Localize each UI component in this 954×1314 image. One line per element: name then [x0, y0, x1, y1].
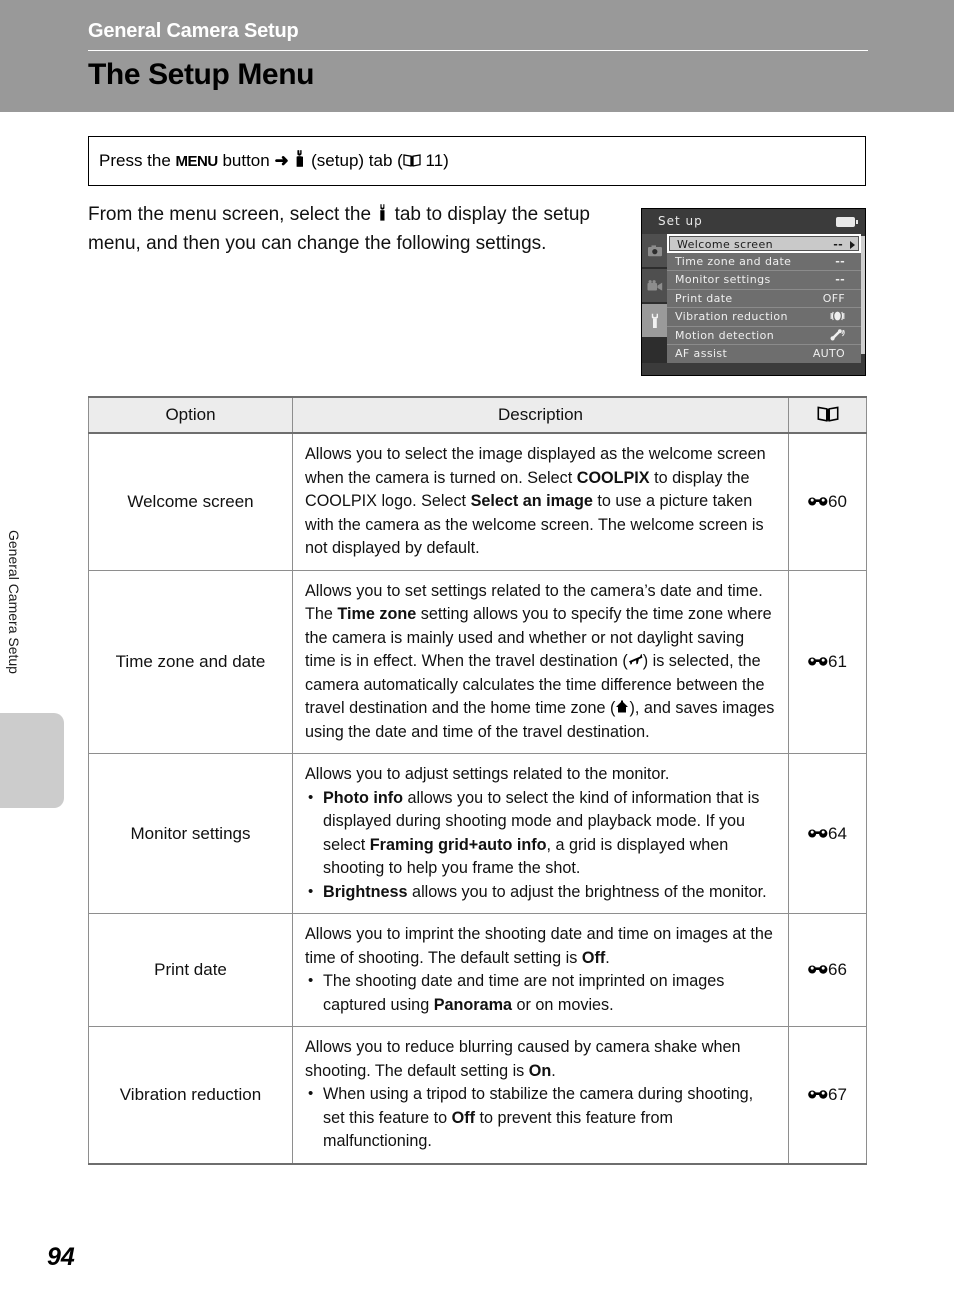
menu-button-label: MENU [175, 153, 219, 170]
reference-section-icon [808, 965, 828, 974]
camera-menu-label: Vibration reduction [675, 310, 788, 323]
page-title: The Setup Menu [88, 58, 315, 91]
table-row: Monitor settings Allows you to adjust se… [88, 753, 867, 914]
option-name: Vibration reduction [88, 1026, 293, 1165]
reference-page: 66 [828, 960, 847, 979]
book-icon [816, 405, 839, 422]
movie-camera-icon [647, 279, 662, 291]
camera-screen-titlebar: Set up [642, 209, 865, 234]
reference-page: 67 [828, 1084, 847, 1104]
right-arrow-icon: ➜ [274, 151, 289, 170]
vibration-reduction-icon [830, 311, 845, 321]
book-icon [403, 154, 421, 167]
camera-menu-list: Welcome screen -- Time zone and date -- … [667, 234, 861, 364]
option-name: Time zone and date [88, 569, 293, 754]
sidebar-tab-marker [0, 713, 64, 808]
camera-menu-value: AUTO [812, 347, 845, 360]
camera-tab-shooting[interactable] [642, 234, 667, 267]
reference-section-icon [808, 1090, 828, 1099]
camera-menu-value: -- [835, 273, 845, 286]
option-name: Monitor settings [88, 753, 293, 914]
column-header-option: Option [88, 396, 293, 434]
page-number: 94 [47, 1243, 75, 1271]
camera-setup-screen: Set up Welcome screen -- Time zone and d… [641, 208, 866, 376]
option-reference: 64 [788, 753, 867, 914]
option-description: Allows you to imprint the shooting date … [292, 913, 789, 1027]
option-name: Welcome screen [88, 432, 293, 571]
instruction-text: Press the MENU button ➜ (setup) tab ( 11… [99, 150, 449, 171]
table-row: Welcome screen Allows you to select the … [88, 432, 867, 571]
option-description: Allows you to reduce blurring caused by … [292, 1026, 789, 1165]
instruction-mid: button [217, 151, 275, 170]
reference-page: 61 [828, 651, 847, 671]
camera-menu-scrollbar[interactable] [861, 236, 865, 354]
battery-icon [836, 217, 858, 227]
page-header-band: General Camera Setup The Setup Menu [0, 0, 954, 112]
camera-screen-title: Set up [658, 214, 703, 228]
camera-menu-item[interactable]: Time zone and date -- [667, 252, 861, 271]
table-header-row: Option Description [88, 396, 867, 434]
camera-menu-label: Monitor settings [675, 273, 771, 286]
camera-menu-label: Motion detection [675, 328, 775, 342]
option-reference: 61 [788, 569, 867, 754]
table-row: Print date Allows you to imprint the sho… [88, 913, 867, 1027]
camera-menu-item[interactable]: Welcome screen -- [667, 234, 861, 253]
camera-menu-label: Welcome screen [677, 238, 773, 251]
camera-menu-item[interactable]: Vibration reduction [667, 308, 861, 327]
intro-part1: From the menu screen, select the [88, 204, 377, 225]
camera-menu-label: Time zone and date [675, 254, 792, 268]
option-name: Print date [88, 913, 293, 1027]
option-description: Allows you to adjust settings related to… [292, 753, 789, 914]
chapter-label: General Camera Setup [88, 20, 299, 42]
column-header-reference [788, 396, 867, 434]
header-divider [88, 50, 868, 51]
instruction-suffix: (setup) tab ( [306, 151, 403, 170]
camera-menu-label: AF assist [675, 347, 728, 360]
wrench-icon [380, 204, 385, 221]
instruction-box: Press the MENU button ➜ (setup) tab ( 11… [88, 136, 866, 186]
camera-menu-item[interactable]: Motion detection [667, 326, 861, 345]
camera-menu-item[interactable]: AF assist AUTO [667, 345, 861, 364]
column-header-description: Description [292, 396, 789, 434]
chevron-right-icon [850, 241, 855, 249]
reference-section-icon [808, 497, 828, 506]
camera-menu-value: -- [835, 254, 845, 268]
camera-menu-value [830, 310, 845, 325]
wrench-icon [297, 150, 304, 167]
table-body: Welcome screen Allows you to select the … [88, 432, 867, 1165]
sidebar-chapter-label: General Camera Setup [6, 530, 22, 674]
intro-paragraph: From the menu screen, select the tab to … [88, 200, 608, 258]
reference-section-icon [808, 828, 828, 838]
option-reference: 67 [788, 1026, 867, 1165]
reference-page: 64 [828, 823, 847, 843]
camera-menu-label: Print date [675, 291, 733, 305]
setup-options-table: Option Description Welcome screen Allows… [88, 396, 867, 1165]
instruction-prefix: Press the [99, 151, 176, 170]
table-row: Time zone and date Allows you to set set… [88, 569, 867, 754]
motion-detection-icon [830, 328, 845, 340]
camera-menu-item[interactable]: Monitor settings -- [667, 271, 861, 290]
option-reference: 60 [788, 432, 867, 571]
camera-tab-strip [642, 234, 667, 363]
camera-menu-value [830, 328, 845, 344]
camera-menu-value: OFF [822, 291, 845, 305]
instruction-page-ref: 11) [420, 151, 449, 170]
wrench-icon [651, 313, 658, 328]
option-description: Allows you to set settings related to th… [292, 569, 789, 754]
camera-tab-setup[interactable] [642, 304, 667, 337]
camera-menu-item[interactable]: Print date OFF [667, 289, 861, 308]
camera-icon [647, 244, 662, 256]
option-reference: 66 [788, 913, 867, 1027]
camera-menu-value: -- [833, 238, 843, 251]
reference-page: 60 [828, 491, 847, 511]
camera-tab-movie[interactable] [642, 269, 667, 302]
table-row: Vibration reduction Allows you to reduce… [88, 1026, 867, 1165]
camera-screen-footer [642, 363, 865, 375]
reference-section-icon [808, 657, 828, 666]
option-description: Allows you to select the image displayed… [292, 432, 789, 571]
